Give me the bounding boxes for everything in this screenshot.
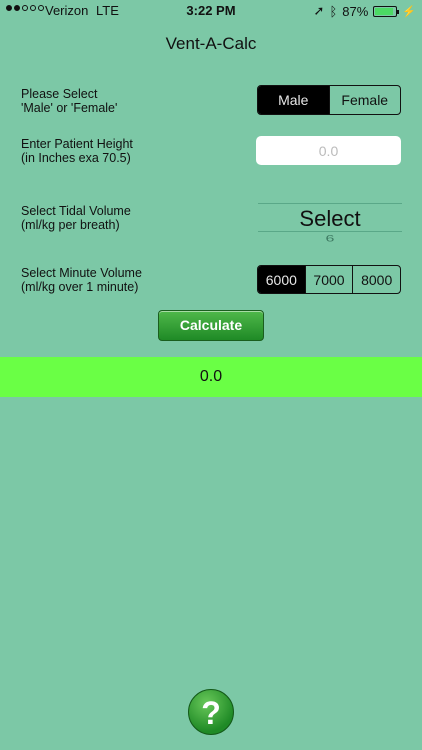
app-title: Vent-A-Calc [165,34,257,53]
tidal-volume-label: Select Tidal Volume (ml/kg per breath) [21,204,131,232]
status-bar: Verizon LTE 3:22 PM ➚ ᛒ 87% ⚡ [0,0,422,22]
battery-icon [373,5,400,17]
minute-volume-6000-option[interactable]: 6000 [258,266,305,293]
tidal-volume-picker[interactable]: Select 6 [258,200,402,246]
location-arrow-icon: ➚ [313,3,325,18]
gender-male-option[interactable]: Male [258,86,329,114]
help-icon[interactable]: ? [188,689,234,735]
battery-percent: 87% [342,3,369,19]
bluetooth-icon: ᛒ [329,3,338,19]
picker-selected-value[interactable]: Select [258,206,402,232]
gender-label: Please Select 'Male' or 'Female' [21,87,118,115]
minute-volume-8000-option[interactable]: 8000 [352,266,400,293]
minute-volume-7000-option[interactable]: 7000 [304,266,353,293]
gender-segmented-control[interactable]: Male Female [257,85,401,115]
charging-bolt-icon: ⚡ [402,5,416,18]
height-input[interactable] [256,136,401,165]
result-display: 0.0 [0,357,422,397]
calculate-button[interactable]: Calculate [158,310,264,341]
minute-volume-segmented-control[interactable]: 6000 7000 8000 [257,265,401,294]
picker-next-value[interactable]: 6 [258,234,402,245]
minute-volume-label: Select Minute Volume (ml/kg over 1 minut… [21,266,142,294]
gender-female-option[interactable]: Female [328,86,401,114]
height-label: Enter Patient Height (in Inches exa 70.5… [21,137,133,165]
